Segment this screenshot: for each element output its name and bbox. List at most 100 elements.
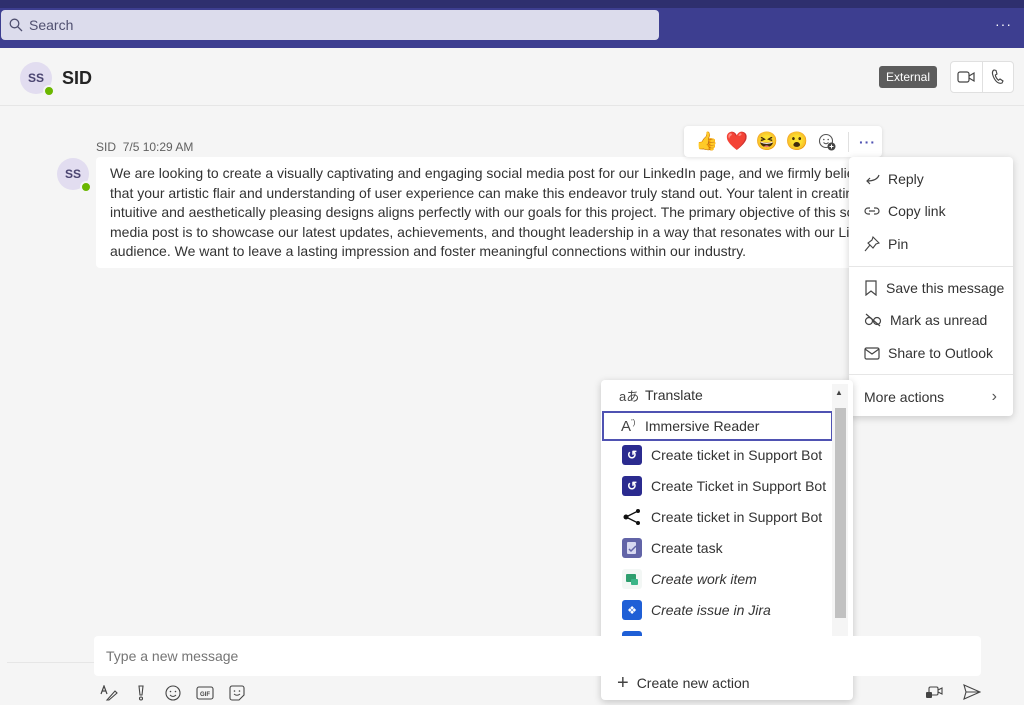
search-icon <box>9 18 23 32</box>
surprised-icon: 😮 <box>785 131 809 151</box>
message-compose-input[interactable]: Type a new message <box>94 636 981 676</box>
top-bar: Search ··· <box>0 0 1024 48</box>
create-new-action-label: Create new action <box>636 675 750 691</box>
thumbs-up-icon: 👍 <box>695 131 719 151</box>
submenu-item-label: Translate <box>645 387 703 403</box>
reaction-like-button[interactable]: 👍 <box>692 130 722 154</box>
menu-item-more-actions[interactable]: More actions › <box>849 382 1013 412</box>
priority-button[interactable] <box>132 684 150 702</box>
menu-item-pin[interactable]: Pin <box>849 229 1013 259</box>
submenu-scrollbar[interactable]: ▲ ▼ <box>832 384 848 657</box>
reaction-surprised-button[interactable]: 😮 <box>782 130 812 154</box>
more-options-button[interactable]: ··· <box>995 16 1012 32</box>
more-options-button[interactable]: ··· <box>859 134 876 150</box>
compose-actions <box>925 684 982 705</box>
exclamation-icon <box>138 685 144 701</box>
menu-item-mark-unread[interactable]: Mark as unread <box>849 305 1013 335</box>
compose-toolbar: GIF <box>100 684 246 702</box>
avatar-initials: SS <box>27 71 44 85</box>
menu-item-label: Copy link <box>888 203 946 219</box>
submenu-item-label: Immersive Reader <box>645 418 760 434</box>
submenu-item-label: Create ticket in Support Bot <box>651 447 823 463</box>
emoji-icon <box>165 685 181 701</box>
jira-icon: ❖ <box>622 600 642 620</box>
chevron-right-icon: › <box>991 388 997 405</box>
heart-icon: ❤️ <box>725 131 749 151</box>
message-meta: SID 7/5 10:29 AM <box>96 140 193 154</box>
reaction-heart-button[interactable]: ❤️ <box>722 130 752 154</box>
menu-item-label: Save this message <box>886 280 1005 296</box>
immersive-reader-icon: A’) <box>621 417 636 435</box>
reaction-bar: 👍 ❤️ 😆 😮 ··· <box>684 126 882 157</box>
menu-item-save-message[interactable]: Save this message <box>849 273 1013 303</box>
message-context-menu: Reply Copy link Pin Save this message Ma… <box>849 157 1013 416</box>
video-camera-icon <box>957 71 975 83</box>
pin-icon <box>864 236 880 252</box>
avatar[interactable]: SS <box>20 62 55 97</box>
presence-available-icon <box>43 85 55 97</box>
menu-item-reply[interactable]: Reply <box>849 164 1013 194</box>
submenu-item-create-work-item[interactable]: Create work item <box>601 564 833 594</box>
add-reaction-icon <box>818 133 836 150</box>
reaction-laugh-button[interactable]: 😆 <box>752 130 782 154</box>
message-sender: SID <box>96 140 117 154</box>
chat-title[interactable]: SID <box>62 68 92 89</box>
submenu-item-support-bot-3[interactable]: Create ticket in Support Bot <box>601 502 833 532</box>
submenu-item-label: Create issue in Jira <box>651 602 771 618</box>
reply-icon <box>866 174 880 185</box>
format-button[interactable] <box>100 684 118 702</box>
presence-available-icon <box>80 181 92 193</box>
call-buttons <box>950 61 1014 93</box>
add-reaction-button[interactable] <box>812 130 842 154</box>
submenu-item-label: Create work item <box>651 571 757 587</box>
submenu-item-translate[interactable]: aあ Translate <box>601 380 833 410</box>
divider <box>849 374 1013 375</box>
support-bot-icon: ↺ <box>622 476 642 496</box>
meet-now-button[interactable] <box>925 684 943 705</box>
audio-call-button[interactable] <box>983 62 1014 92</box>
menu-item-label: Pin <box>888 236 909 252</box>
message-line: media post is to showcase our latest upd… <box>110 223 856 240</box>
scrollbar-thumb[interactable] <box>835 408 846 618</box>
external-badge: External <box>879 66 938 88</box>
laugh-icon: 😆 <box>755 131 779 151</box>
compose-placeholder: Type a new message <box>106 648 239 664</box>
submenu-item-support-bot-2[interactable]: ↺ Create Ticket in Support Bot <box>601 471 833 501</box>
scroll-up-icon[interactable]: ▲ <box>835 388 843 397</box>
menu-item-label: Mark as unread <box>890 312 988 328</box>
message-line: that your artistic flair and understandi… <box>110 184 856 201</box>
message-timestamp: 7/5 10:29 AM <box>122 140 194 154</box>
message-line: audience. We want to leave a lasting imp… <box>110 243 747 259</box>
divider <box>849 266 1013 267</box>
message-avatar[interactable]: SS <box>57 158 92 193</box>
message-bubble[interactable]: We are looking to create a visually capt… <box>96 157 856 268</box>
unread-icon <box>864 313 882 327</box>
submenu-item-create-task[interactable]: Create task <box>601 533 833 563</box>
translate-icon: aあ <box>619 388 640 404</box>
search-placeholder: Search <box>29 17 74 33</box>
link-icon <box>864 207 880 215</box>
support-bot-icon: ↺ <box>622 445 642 465</box>
submenu-item-label: Create ticket in Support Bot <box>651 509 823 525</box>
chat-header: SS SID External <box>0 48 1024 106</box>
menu-item-label: Reply <box>888 171 924 187</box>
submenu-item-support-bot-1[interactable]: ↺ Create ticket in Support Bot <box>601 440 833 470</box>
video-call-button[interactable] <box>951 62 983 92</box>
emoji-button[interactable] <box>164 684 182 702</box>
search-input[interactable]: Search <box>1 10 659 40</box>
menu-item-copy-link[interactable]: Copy link <box>849 196 1013 226</box>
sticker-button[interactable] <box>228 684 246 702</box>
submenu-item-label: Create Ticket in Support Bot <box>651 478 827 494</box>
message-line: We are looking to create a visually capt… <box>110 165 856 181</box>
svg-text:GIF: GIF <box>200 692 210 698</box>
gif-button[interactable]: GIF <box>196 684 214 702</box>
mail-icon <box>864 346 880 360</box>
format-text-icon <box>100 685 118 701</box>
send-button[interactable] <box>963 684 982 705</box>
message-line: intuitive and aesthetically pleasing des… <box>110 204 856 220</box>
avatar-initials: SS <box>64 167 81 181</box>
menu-item-label: More actions <box>864 389 945 405</box>
submenu-item-create-jira-issue[interactable]: ❖ Create issue in Jira <box>601 595 833 625</box>
submenu-item-immersive-reader[interactable]: A’) Immersive Reader <box>602 411 833 441</box>
menu-item-share-outlook[interactable]: Share to Outlook <box>849 338 1013 368</box>
